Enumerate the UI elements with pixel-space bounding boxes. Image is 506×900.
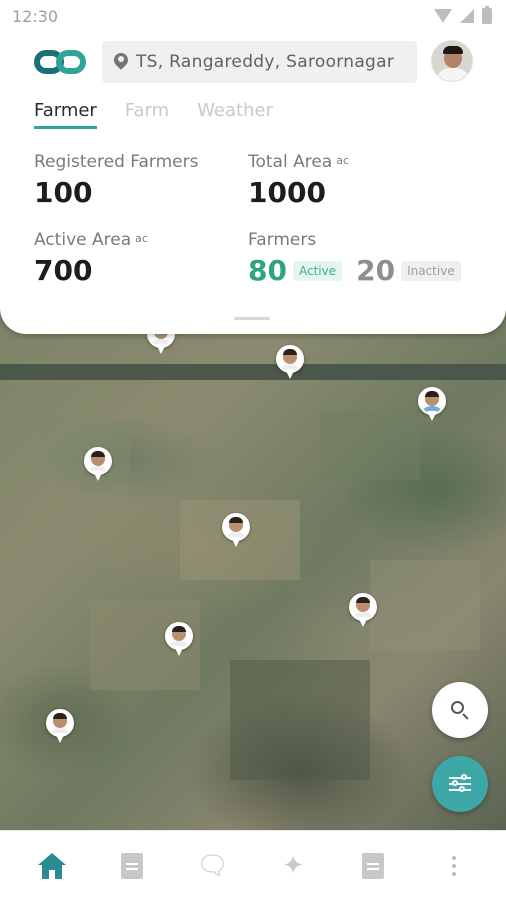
edit-document-icon bbox=[121, 852, 144, 879]
map-field-patch bbox=[370, 560, 480, 650]
app-logo-icon bbox=[34, 50, 88, 76]
status-icons bbox=[434, 6, 492, 24]
tab-farmer[interactable]: Farmer bbox=[34, 100, 97, 129]
total-area-stat: Total Area ac 1000 bbox=[248, 152, 349, 209]
location-pin-icon bbox=[111, 50, 131, 71]
active-badge: Active bbox=[292, 260, 343, 281]
map-field-patch bbox=[230, 660, 370, 780]
location-text: TS, Rangareddy, Saroornagar bbox=[136, 52, 395, 72]
registered-farmers-stat: Registered Farmers 100 bbox=[34, 152, 198, 209]
active-area-label-row: Active Area ac bbox=[34, 230, 148, 250]
signal-icon bbox=[460, 9, 474, 23]
nav-home[interactable] bbox=[32, 846, 72, 886]
active-farmers-count: 80 bbox=[248, 254, 287, 287]
registered-farmers-label: Registered Farmers bbox=[34, 152, 199, 172]
farmers-counts: 80 Active 20 Inactive bbox=[248, 254, 461, 287]
farmer-map-pin[interactable] bbox=[276, 345, 304, 379]
nav-edit-document[interactable] bbox=[112, 846, 152, 886]
wifi-icon bbox=[434, 9, 452, 23]
farmer-map-pin[interactable] bbox=[84, 447, 112, 481]
search-icon bbox=[451, 701, 469, 720]
nav-more[interactable] bbox=[434, 846, 474, 886]
farmer-map-pin[interactable] bbox=[46, 709, 74, 743]
bottom-navigation: 🗨 ✦ bbox=[0, 830, 506, 900]
summary-card: 12:30 TS, Rangareddy, Saroornagar Farmer… bbox=[0, 0, 506, 334]
satellite-icon: ✦ bbox=[282, 850, 305, 881]
user-avatar[interactable] bbox=[431, 40, 473, 82]
nav-document[interactable] bbox=[353, 846, 393, 886]
app-header: TS, Rangareddy, Saroornagar bbox=[0, 36, 506, 88]
active-area-label: Active Area bbox=[34, 230, 132, 250]
tab-farm[interactable]: Farm bbox=[125, 100, 169, 129]
registered-farmers-value: 100 bbox=[34, 176, 93, 209]
tab-weather[interactable]: Weather bbox=[197, 100, 273, 129]
map-filter-button[interactable] bbox=[432, 756, 488, 812]
map-field-patch bbox=[320, 410, 420, 480]
farmers-stat: Farmers 80 Active 20 Inactive bbox=[248, 230, 461, 287]
inactive-badge: Inactive bbox=[401, 260, 461, 281]
active-area-value: 700 bbox=[34, 254, 93, 287]
total-area-label: Total Area bbox=[248, 152, 333, 172]
inactive-farmers-count: 20 bbox=[356, 254, 396, 287]
farmer-map-pin[interactable] bbox=[418, 387, 446, 421]
active-area-stat: Active Area ac 700 bbox=[34, 230, 148, 287]
more-vertical-icon bbox=[451, 855, 456, 876]
drag-handle[interactable] bbox=[234, 317, 270, 320]
total-area-value: 1000 bbox=[248, 176, 326, 209]
nav-chat[interactable]: 🗨 bbox=[193, 846, 233, 886]
map-search-button[interactable] bbox=[432, 682, 488, 738]
home-icon bbox=[38, 852, 67, 879]
document-icon bbox=[362, 852, 385, 879]
farmers-label: Farmers bbox=[248, 230, 317, 250]
farmer-map-pin[interactable] bbox=[222, 513, 250, 547]
status-time: 12:30 bbox=[12, 7, 59, 26]
battery-icon bbox=[482, 6, 492, 24]
location-selector[interactable]: TS, Rangareddy, Saroornagar bbox=[102, 41, 417, 83]
total-area-unit: ac bbox=[336, 154, 350, 167]
nav-satellite[interactable]: ✦ bbox=[273, 846, 313, 886]
status-bar: 12:30 bbox=[0, 0, 506, 32]
tab-bar: Farmer Farm Weather bbox=[34, 100, 273, 129]
farmer-map-pin[interactable] bbox=[165, 622, 193, 656]
active-area-unit: ac bbox=[135, 232, 148, 245]
farmer-map-pin[interactable] bbox=[349, 593, 377, 627]
total-area-label-row: Total Area ac bbox=[248, 152, 349, 172]
filter-sliders-icon bbox=[449, 774, 471, 794]
satellite-map[interactable] bbox=[0, 300, 506, 830]
chat-icon: 🗨 bbox=[196, 850, 230, 881]
